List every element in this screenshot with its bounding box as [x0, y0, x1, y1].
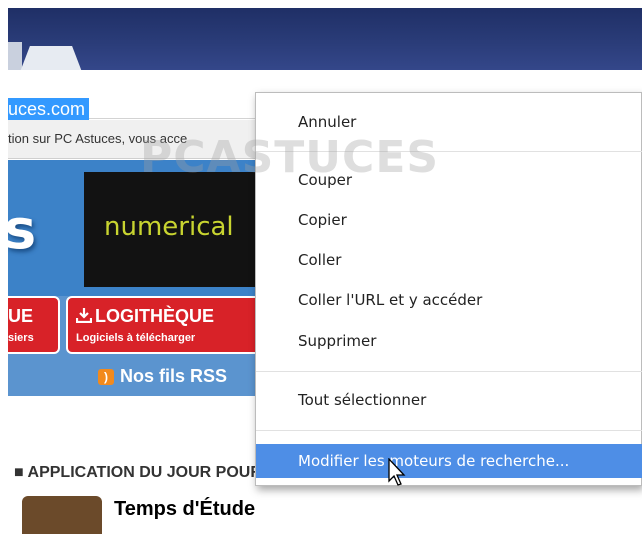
nav-item-sub: siers [8, 332, 34, 344]
nav-item-title: UE [8, 306, 34, 326]
app-thumbnail[interactable] [22, 496, 102, 534]
menu-separator [256, 151, 642, 152]
site-logo[interactable]: s [8, 198, 36, 261]
rss-link[interactable]: ) Nos fils RSS [98, 366, 227, 387]
menu-item-edit-search-engines[interactable]: Modifier les moteurs de recherche... [256, 444, 642, 478]
menu-item-paste-and-go[interactable]: Coller l'URL et y accéder [256, 283, 642, 317]
rss-icon: ) [98, 369, 114, 385]
nav-item-title: LOGITHÈQUE [75, 306, 215, 327]
app-title-link[interactable]: Temps d'Étude [114, 498, 255, 521]
rss-label: Nos fils RSS [120, 366, 228, 386]
tab-edge[interactable] [8, 42, 22, 70]
notice-text: tion sur PC Astuces, vous acce [8, 131, 188, 146]
menu-item-copy[interactable]: Copier [256, 203, 642, 237]
new-tab-button[interactable] [20, 46, 82, 72]
nav-item-label: LOGITHÈQUE [95, 306, 215, 326]
menu-item-select-all[interactable]: Tout sélectionner [256, 383, 642, 417]
menu-separator [256, 371, 642, 372]
menu-item-paste[interactable]: Coller [256, 243, 642, 277]
title-bar [8, 8, 642, 72]
nav-item-logitheque[interactable]: LOGITHÈQUE Logiciels à télécharger [66, 296, 266, 354]
url-selected-text[interactable]: uces.com [8, 98, 90, 120]
download-icon [75, 308, 93, 324]
nav-item-dossiers[interactable]: UE siers [8, 296, 60, 354]
mouse-cursor-icon [388, 458, 406, 486]
menu-item-cut[interactable]: Couper [256, 163, 642, 197]
nav-item-sub: Logiciels à télécharger [76, 332, 196, 344]
ad-text: numerical [104, 212, 234, 242]
menu-separator [256, 430, 642, 431]
menu-item-undo[interactable]: Annuler [256, 105, 642, 139]
menu-item-delete[interactable]: Supprimer [256, 324, 642, 358]
context-menu: Annuler Couper Copier Coller Coller l'UR… [255, 92, 642, 486]
